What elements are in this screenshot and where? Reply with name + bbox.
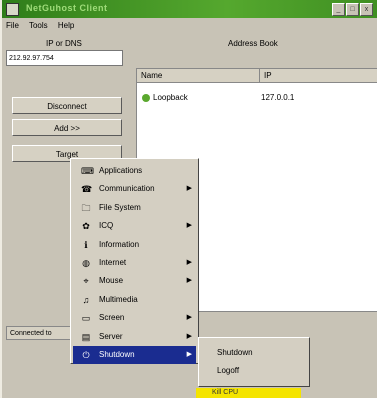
chevron-right-icon: ▶ <box>186 222 192 230</box>
menu-item-screen[interactable]: ▭ Screen ▶ <box>73 309 196 327</box>
column-header-ip[interactable]: IP <box>259 69 377 83</box>
window-title: NetGuhost Client <box>26 3 108 13</box>
menu-item-label: Shutdown <box>99 350 135 359</box>
menu-item-shutdown[interactable]: ⏻ Shutdown ▶ <box>73 346 196 364</box>
icq-icon: ✿ <box>82 221 90 232</box>
communication-icon: ☎ <box>81 184 93 195</box>
ip-input[interactable]: 212.92.97.754 <box>6 50 123 66</box>
menu-item-server[interactable]: ▤ Server ▶ <box>73 328 196 346</box>
add-button[interactable]: Add >> <box>12 119 122 136</box>
minimize-button[interactable]: _ <box>332 3 345 16</box>
menu-item-internet[interactable]: ◍ Internet ▶ <box>73 254 196 272</box>
chevron-right-icon: ▶ <box>186 259 192 266</box>
menu-help[interactable]: Help <box>58 21 74 30</box>
maximize-button[interactable]: □ <box>346 3 359 16</box>
menu-item-label: Communication <box>99 184 155 194</box>
menu-tools[interactable]: Tools <box>29 21 48 30</box>
mouse-icon: ⌖ <box>83 276 89 287</box>
column-header-name[interactable]: Name <box>137 69 259 83</box>
disconnect-button[interactable]: Disconnect <box>12 97 122 114</box>
menu-item-icq[interactable]: ✿ ICQ ▶ <box>73 217 196 235</box>
file-system-icon: 🗀 <box>81 202 91 213</box>
context-menu: ⌨ Applications ☎ Communication ▶ 🗀 File System… <box>70 158 199 364</box>
menu-item-label: Applications <box>99 166 143 175</box>
menu-item-label: Screen <box>99 313 125 323</box>
menu-item-mouse[interactable]: ⌖ Mouse ▶ <box>73 272 196 290</box>
close-button[interactable]: x <box>360 3 373 16</box>
address-book-label: Address Book <box>228 39 278 48</box>
shutdown-icon: ⏻ <box>82 350 90 360</box>
menu-item-label: Mouse <box>99 276 124 286</box>
internet-icon: ◍ <box>82 258 90 268</box>
host-icon <box>142 93 150 102</box>
ip-label: IP or DNS <box>46 39 82 48</box>
menu-item-label: File System <box>99 202 141 212</box>
menu-item-label: Multimedia <box>99 294 138 304</box>
information-icon: ℹ <box>84 239 88 250</box>
submenu-item-shutdown[interactable]: Shutdown <box>217 348 253 357</box>
menu-item-file-system[interactable]: 🗀 File System <box>73 199 196 217</box>
submenu-item-kill-cpu[interactable]: Kill CPU <box>196 388 301 398</box>
menu-item-applications[interactable]: ⌨ Applications <box>73 162 196 180</box>
row-ip: 127.0.0.1 <box>261 93 295 102</box>
menu-file[interactable]: File <box>6 21 19 30</box>
chevron-right-icon: ▶ <box>186 185 192 193</box>
app-icon <box>6 3 19 16</box>
menu-item-label: ICQ <box>99 221 114 231</box>
chevron-right-icon: ▶ <box>186 351 192 358</box>
menu-item-communication[interactable]: ☎ Communication ▶ <box>73 180 196 198</box>
chevron-right-icon: ▶ <box>186 277 192 285</box>
server-icon: ▤ <box>81 331 91 342</box>
multimedia-icon: ♫ <box>82 294 90 305</box>
table-row[interactable]: Loopback <box>142 93 188 102</box>
screen-icon: ▭ <box>81 313 91 324</box>
title-bar[interactable]: NetGuhost Client _ □ x <box>2 0 377 18</box>
menu-item-label: Server <box>99 331 123 341</box>
shutdown-submenu: Shutdown Logoff <box>198 337 310 387</box>
menu-item-information[interactable]: ℹ Information <box>73 236 196 254</box>
applications-icon: ⌨ <box>81 166 94 176</box>
menu-bar: File Tools Help <box>6 21 82 33</box>
chevron-right-icon: ▶ <box>186 314 192 322</box>
menu-item-label: Information <box>99 239 140 249</box>
chevron-right-icon: ▶ <box>186 332 192 340</box>
submenu-item-logoff[interactable]: Logoff <box>217 366 239 375</box>
menu-item-label: Internet <box>99 258 127 267</box>
row-name: Loopback <box>153 93 188 102</box>
menu-item-multimedia[interactable]: ♫ Multimedia <box>73 291 196 309</box>
